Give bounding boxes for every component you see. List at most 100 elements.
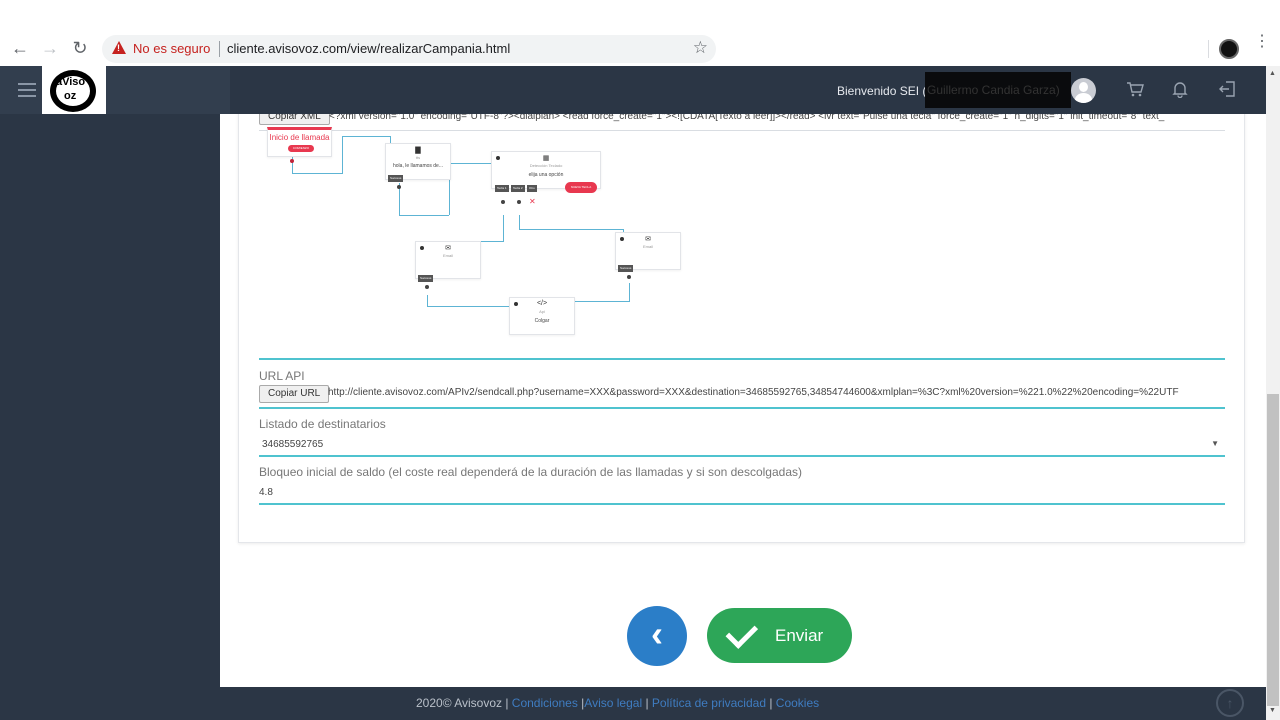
xml-content: <?xml version="1.0" encoding="UTF-8"?><d…: [329, 114, 1165, 122]
xml-row: Copiar XML <?xml version="1.0" encoding=…: [259, 114, 1225, 131]
send-button[interactable]: Enviar: [707, 608, 852, 663]
recipients-value[interactable]: 34685592765: [262, 439, 323, 450]
start-node-title: Inicio de llamada: [269, 133, 330, 142]
browser-menu-icon[interactable]: ⋮: [1254, 34, 1270, 50]
email-icon: ✉: [445, 245, 451, 252]
key-tag[interactable]: Otro: [527, 185, 537, 192]
url-api-value[interactable]: http://cliente.avisovoz.com/APIv2/sendca…: [328, 387, 1225, 398]
username-redacted: Guillermo Candia Garza): [925, 72, 1071, 108]
browser-chrome: ← → ↻ No es seguro cliente.avisovoz.com/…: [0, 0, 1280, 66]
security-status[interactable]: No es seguro: [133, 41, 210, 56]
start-badge: COMIENZO: [288, 145, 314, 152]
node-text: elija una opción: [528, 172, 564, 178]
forward-nav-icon[interactable]: →: [39, 38, 61, 58]
connector-pin: [517, 200, 521, 204]
connector-pin: [290, 159, 294, 163]
logo-text: oz: [64, 90, 77, 102]
copyright: 2020© Avisovoz |: [416, 696, 512, 710]
keypad-icon: ▦: [542, 155, 550, 162]
balance-value[interactable]: 4.8: [259, 487, 273, 498]
email-node[interactable]: ✉ Email: [415, 241, 481, 279]
avisovoz-logo[interactable]: aViso oz: [42, 66, 106, 114]
scrollbar-thumb[interactable]: [1267, 394, 1279, 706]
user-avatar[interactable]: [1071, 78, 1096, 103]
node-type-label: Email: [442, 253, 453, 258]
balance-label: Bloqueo inicial de saldo (el coste real …: [259, 465, 802, 479]
chevron-down-icon[interactable]: ▼: [1211, 439, 1219, 448]
disconnect-icon[interactable]: ✕: [529, 197, 536, 206]
app-header: aViso oz Bienvenido SEI ( Guillermo Cand…: [0, 66, 1266, 114]
divider: [1208, 40, 1209, 58]
hamburger-menu-icon[interactable]: [18, 83, 36, 97]
connector-line: [292, 173, 342, 174]
node-type-label: Api: [539, 309, 545, 314]
footer-text: 2020© Avisovoz | Condiciones |Aviso lega…: [416, 696, 820, 710]
call-flow-diagram: Inicio de llamada COMIENZO ▇ tts hola, l…: [259, 127, 1225, 358]
scroll-to-top-button[interactable]: ↑: [1216, 689, 1244, 717]
node-type-label: Email: [642, 244, 653, 249]
start-node[interactable]: Inicio de llamada COMIENZO: [267, 127, 332, 157]
sidebar: [0, 114, 220, 720]
logout-icon[interactable]: [1217, 80, 1237, 103]
code-icon: </>: [536, 300, 548, 307]
recipients-label: Listado de destinatarios: [259, 417, 386, 431]
connector-pin: [397, 185, 401, 189]
connector-line: [519, 215, 520, 229]
connector-line: [342, 136, 390, 137]
connector-line: [399, 215, 449, 216]
recipients-select[interactable]: Listado de destinatarios 34685592765 ▼: [259, 417, 1225, 457]
warning-icon: [112, 41, 126, 54]
reload-icon[interactable]: ↻: [69, 38, 91, 58]
balance-field[interactable]: Bloqueo inicial de saldo (el coste real …: [259, 465, 1225, 505]
back-button[interactable]: ‹: [627, 606, 687, 666]
header-sidebar-section: aViso oz: [0, 66, 230, 114]
link-conditions[interactable]: Condiciones: [512, 696, 578, 710]
api-node[interactable]: </> Api Colgar: [509, 297, 575, 335]
connector-line: [503, 215, 504, 241]
connector-line: [427, 306, 517, 307]
key-tag[interactable]: Tecla 1: [495, 185, 509, 192]
link-privacy[interactable]: Política de privacidad: [652, 696, 766, 710]
copy-xml-button[interactable]: Copiar XML: [259, 114, 330, 125]
email-icon: ✉: [645, 236, 651, 243]
connector-pin: [425, 285, 429, 289]
link-legal[interactable]: Aviso legal: [584, 696, 642, 710]
link-cookies[interactable]: Cookies: [776, 696, 819, 710]
node-type-label: tts: [415, 155, 421, 160]
success-tag[interactable]: Success: [388, 175, 404, 182]
bookmark-star-icon[interactable]: ☆: [693, 38, 708, 58]
node-text: Colgar: [534, 318, 550, 324]
key-tag[interactable]: Tecla 2: [511, 185, 525, 192]
success-tag[interactable]: Success: [418, 275, 434, 282]
connector-pin: [501, 200, 505, 204]
new-key-button[interactable]: NUEVA TECLA: [565, 182, 597, 193]
welcome-text: Bienvenido SEI (: [837, 84, 927, 98]
chevron-left-icon: ‹: [651, 613, 663, 654]
cart-icon[interactable]: [1125, 80, 1145, 103]
address-bar[interactable]: No es seguro cliente.avisovoz.com/view/r…: [102, 35, 716, 63]
success-tag[interactable]: Success: [618, 265, 634, 272]
divider: [219, 41, 220, 57]
connector-line: [629, 283, 630, 302]
connector-line: [342, 136, 343, 174]
send-label: Enviar: [775, 626, 824, 645]
main-content: Copiar XML <?xml version="1.0" encoding=…: [220, 114, 1266, 687]
copy-url-button[interactable]: Copiar URL: [259, 385, 330, 403]
node-text: hola, le llamamos de...: [392, 163, 444, 169]
connector-line: [427, 295, 428, 306]
campaign-card: Copiar XML <?xml version="1.0" encoding=…: [238, 114, 1245, 543]
scroll-up-icon[interactable]: ▲: [1269, 70, 1276, 77]
ivr-node[interactable]: ▦ Detección Teclado elija una opción NUE…: [491, 151, 601, 193]
scroll-down-icon[interactable]: ▼: [1269, 707, 1276, 714]
back-nav-icon[interactable]: ←: [9, 38, 31, 58]
connector-line: [449, 163, 495, 164]
node-type-label: Detección Teclado: [529, 163, 563, 168]
check-icon: [725, 616, 759, 649]
footer: 2020© Avisovoz | Condiciones |Aviso lega…: [220, 687, 1266, 720]
page-scrollbar[interactable]: ▲ ▼: [1266, 66, 1280, 720]
url-text[interactable]: cliente.avisovoz.com/view/realizarCampan…: [227, 41, 510, 56]
extension-icon[interactable]: [1219, 39, 1239, 59]
diagram-divider: [259, 358, 1225, 360]
bell-icon[interactable]: [1170, 80, 1190, 103]
logo-text: aViso: [56, 76, 86, 88]
